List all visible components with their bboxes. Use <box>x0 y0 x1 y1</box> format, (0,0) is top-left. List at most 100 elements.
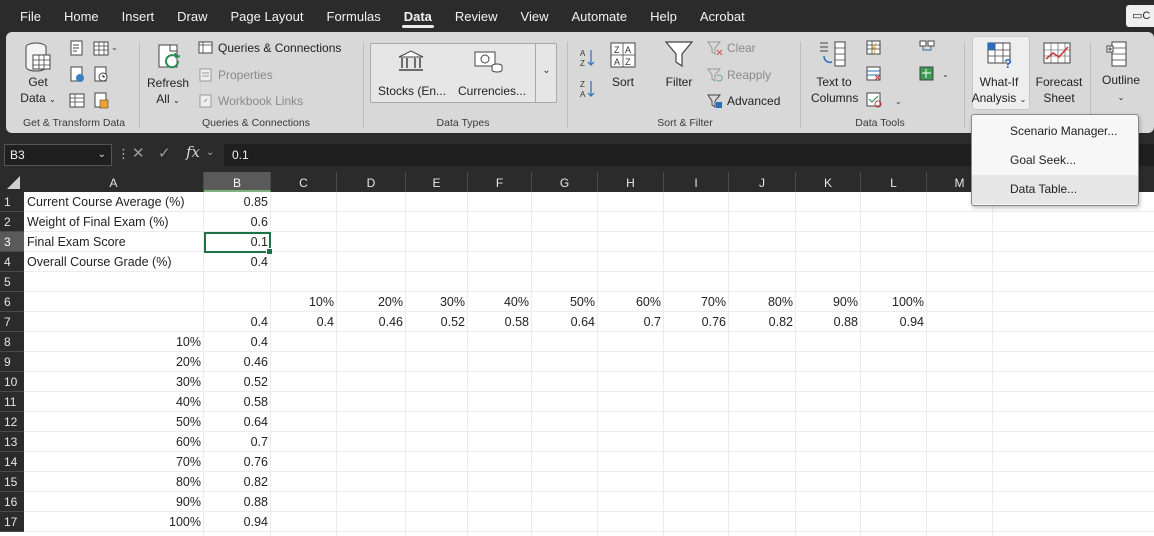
filter-button[interactable]: Filter <box>662 74 696 90</box>
row-header-3[interactable]: 3 <box>0 232 24 252</box>
cell-f7[interactable]: 0.58 <box>468 312 532 332</box>
cell-g7[interactable]: 0.64 <box>532 312 598 332</box>
name-box[interactable]: B3 ⌄ <box>4 144 112 166</box>
cell-b7[interactable]: 0.4 <box>204 312 271 332</box>
advanced-button[interactable]: Advanced <box>727 93 780 109</box>
sort-z-a-icon[interactable]: ZA <box>579 78 597 100</box>
text-to-columns-button[interactable]: Text to Columns <box>811 74 858 106</box>
cell-b9[interactable]: 0.46 <box>204 352 271 372</box>
stocks-button[interactable]: Stocks (En... <box>378 83 446 99</box>
cell-a4[interactable]: Overall Course Grade (%) <box>24 252 204 272</box>
cell-l6[interactable]: 100% <box>861 292 927 312</box>
row-header-10[interactable]: 10 <box>0 372 24 392</box>
column-header-a[interactable]: A <box>24 172 204 192</box>
cell-h6[interactable]: 60% <box>598 292 664 312</box>
tab-home[interactable]: Home <box>62 0 101 32</box>
column-header-c[interactable]: C <box>271 172 337 192</box>
cell-b16[interactable]: 0.88 <box>204 492 271 512</box>
reapply-button[interactable]: Reapply <box>727 67 771 83</box>
column-header-l[interactable]: L <box>861 172 927 192</box>
get-data-button[interactable]: Get Data ⌄ <box>19 74 57 108</box>
more-options-icon[interactable]: ⋮ <box>117 146 130 162</box>
cell-e6[interactable]: 30% <box>406 292 468 312</box>
row-header-13[interactable]: 13 <box>0 432 24 452</box>
cell-b2[interactable]: 0.6 <box>204 212 271 232</box>
row-header-8[interactable]: 8 <box>0 332 24 352</box>
menu-item-data-table[interactable]: Data Table... <box>972 175 1138 204</box>
insert-function-button[interactable]: fx <box>186 143 200 161</box>
cell-i7[interactable]: 0.76 <box>664 312 729 332</box>
tab-insert[interactable]: Insert <box>120 0 157 32</box>
row-header-16[interactable]: 16 <box>0 492 24 512</box>
cell-a3[interactable]: Final Exam Score <box>24 232 204 252</box>
sort-button[interactable]: Sort <box>606 74 640 90</box>
cell-c7[interactable]: 0.4 <box>271 312 337 332</box>
cell-h7[interactable]: 0.7 <box>598 312 664 332</box>
cell-b15[interactable]: 0.82 <box>204 472 271 492</box>
row-header-9[interactable]: 9 <box>0 352 24 372</box>
tab-view[interactable]: View <box>519 0 551 32</box>
row-header-5[interactable]: 5 <box>0 272 24 292</box>
cell-l7[interactable]: 0.94 <box>861 312 927 332</box>
row-header-2[interactable]: 2 <box>0 212 24 232</box>
cell-d6[interactable]: 20% <box>337 292 406 312</box>
tab-automate[interactable]: Automate <box>569 0 629 32</box>
currencies-button[interactable]: Currencies... <box>458 83 526 99</box>
comments-button[interactable]: ▭C <box>1126 5 1154 27</box>
cell-a1[interactable]: Current Course Average (%) <box>24 192 204 212</box>
column-header-k[interactable]: K <box>796 172 861 192</box>
column-header-j[interactable]: J <box>729 172 796 192</box>
enter-icon[interactable]: ✓ <box>158 144 171 162</box>
cell-e7[interactable]: 0.52 <box>406 312 468 332</box>
consolidate-icon[interactable] <box>918 39 936 57</box>
from-table-icon[interactable]: ⌄ <box>92 40 118 58</box>
row-header-7[interactable]: 7 <box>0 312 24 332</box>
cancel-icon[interactable]: ✕ <box>132 144 145 162</box>
tab-file[interactable]: File <box>18 0 43 32</box>
row-header-4[interactable]: 4 <box>0 252 24 272</box>
cell-b4[interactable]: 0.4 <box>204 252 271 272</box>
cell-a9[interactable]: 20% <box>24 352 204 372</box>
column-header-b[interactable]: B <box>204 172 271 192</box>
cell-b13[interactable]: 0.7 <box>204 432 271 452</box>
from-text-icon[interactable] <box>68 40 86 58</box>
cell-a10[interactable]: 30% <box>24 372 204 392</box>
row-header-6[interactable]: 6 <box>0 292 24 312</box>
row-header-14[interactable]: 14 <box>0 452 24 472</box>
tab-draw[interactable]: Draw <box>175 0 209 32</box>
row-header-11[interactable]: 11 <box>0 392 24 412</box>
cell-k6[interactable]: 90% <box>796 292 861 312</box>
cell-b8[interactable]: 0.4 <box>204 332 271 352</box>
cell-a11[interactable]: 40% <box>24 392 204 412</box>
refresh-all-button[interactable]: Refresh All ⌄ <box>146 75 190 109</box>
recent-sources-icon[interactable] <box>92 66 110 84</box>
queries-connections-button[interactable]: Queries & Connections <box>218 40 341 56</box>
existing-connections-icon[interactable] <box>68 92 86 110</box>
menu-item-scenario-manager[interactable]: Scenario Manager... <box>972 117 1138 146</box>
forecast-sheet-button[interactable]: Forecast Sheet <box>1034 74 1084 106</box>
select-all-button[interactable] <box>0 172 24 192</box>
cell-a17[interactable]: 100% <box>24 512 204 532</box>
worksheet-grid[interactable]: ABCDEFGHIJKLM 1 Current Course Average (%… <box>0 172 1154 536</box>
cell-a16[interactable]: 90% <box>24 492 204 512</box>
cell-a15[interactable]: 80% <box>24 472 204 492</box>
cell-d7[interactable]: 0.46 <box>337 312 406 332</box>
clear-button[interactable]: Clear <box>727 40 756 56</box>
column-header-g[interactable]: G <box>532 172 598 192</box>
flash-fill-icon[interactable] <box>865 39 883 57</box>
chevron-down-icon[interactable]: ⌄ <box>206 147 214 158</box>
cell-b11[interactable]: 0.58 <box>204 392 271 412</box>
column-header-d[interactable]: D <box>337 172 406 192</box>
cell-a12[interactable]: 50% <box>24 412 204 432</box>
data-types-more-button[interactable]: ⌄ <box>535 43 557 103</box>
tab-help[interactable]: Help <box>648 0 679 32</box>
relationships-icon[interactable]: ⌄ <box>918 65 952 83</box>
from-web-icon[interactable] <box>68 66 86 84</box>
cell-b17[interactable]: 0.94 <box>204 512 271 532</box>
cell-g6[interactable]: 50% <box>532 292 598 312</box>
column-header-e[interactable]: E <box>406 172 468 192</box>
tab-page-layout[interactable]: Page Layout <box>229 0 306 32</box>
workbook-links-button[interactable]: Workbook Links <box>218 93 303 109</box>
cell-k7[interactable]: 0.88 <box>796 312 861 332</box>
cell-a13[interactable]: 60% <box>24 432 204 452</box>
